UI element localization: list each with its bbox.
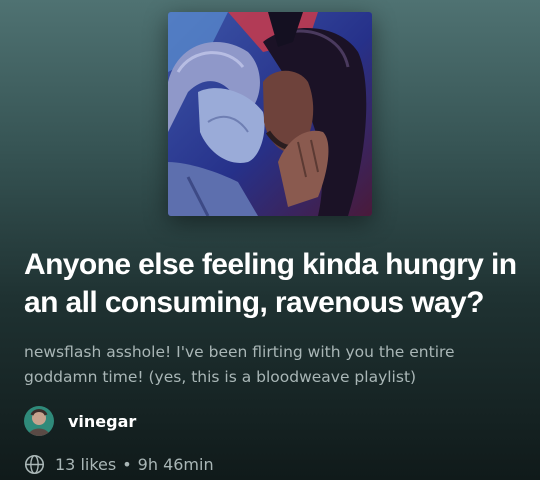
playlist-duration: 9h 46min (137, 454, 214, 474)
avatar[interactable] (24, 406, 54, 436)
playlist-description: newsflash asshole! I've been flirting wi… (24, 343, 455, 386)
playlist-title: Anyone else feeling kinda hungry in an a… (24, 248, 517, 319)
playlist-owner[interactable]: vinegar (24, 406, 136, 436)
likes-count: 13 likes (55, 454, 117, 474)
playlist-cover-art (168, 12, 372, 216)
playlist-meta: 13 likes • 9h 46min (24, 453, 214, 475)
meta-separator: • (122, 454, 132, 474)
globe-icon (24, 454, 45, 474)
owner-name[interactable]: vinegar (68, 412, 136, 431)
